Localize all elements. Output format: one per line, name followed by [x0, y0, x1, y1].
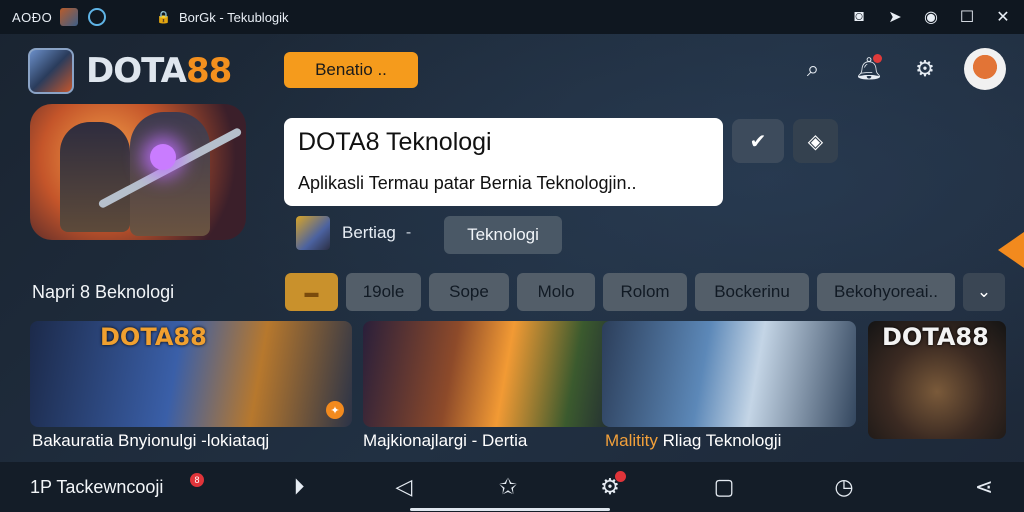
- filter-chip-5[interactable]: Bockerinu: [695, 273, 809, 311]
- app-icon-secondary[interactable]: [88, 8, 106, 26]
- url-title: BorGk - Tekublogik: [178, 9, 289, 25]
- forward-button[interactable]: ◈: [793, 119, 838, 163]
- status-bar: AOÐO 🔒 BorGk - Tekublogik ◙ ➤ ◉ ☐ ✕: [0, 0, 1024, 34]
- card-artwork: [602, 321, 856, 427]
- send-icon[interactable]: ➤: [886, 7, 904, 27]
- filter-chips: ▬ 19ole Sope Molo Rolom Bockerinu Bekohy…: [285, 273, 1005, 311]
- notification-dot: [873, 54, 882, 63]
- star-icon[interactable]: ✩: [494, 473, 522, 501]
- play-icon[interactable]: ⏵: [285, 473, 313, 501]
- title-card: DOTA8 Teknologi Aplikasli Termau patar B…: [284, 118, 723, 206]
- notification-dot: [615, 471, 626, 482]
- check-icon: ✔: [749, 130, 767, 153]
- maximize-icon[interactable]: ☐: [958, 7, 976, 27]
- close-icon[interactable]: ✕: [994, 7, 1012, 27]
- star-badge-icon: ✦: [326, 401, 344, 419]
- folder-icon: ▬: [304, 284, 319, 300]
- eye-icon[interactable]: ◉: [922, 7, 940, 27]
- settings-icon[interactable]: ⚙: [908, 52, 942, 86]
- filter-chip-3[interactable]: Molo: [517, 273, 595, 311]
- share-icon[interactable]: ⋖: [970, 473, 998, 501]
- avatar[interactable]: [964, 48, 1006, 90]
- filter-chip-4[interactable]: Rolom: [603, 273, 687, 311]
- status-time: AOÐO: [12, 9, 53, 25]
- section-label: Napri 8 Beknologi: [32, 282, 175, 302]
- bottom-navigation: 1P Tackewncooji 8 ⏵ ◁ ✩ ⚙ ▢ ◷ ⋖: [0, 462, 1024, 512]
- square-icon[interactable]: ▢: [710, 473, 738, 501]
- filter-chip-1[interactable]: 19ole: [346, 273, 421, 311]
- page-subtitle: Aplikasli Termau patar Bernia Teknologji…: [298, 173, 637, 193]
- card-logo: DOTA88: [882, 323, 989, 351]
- tag-icon[interactable]: ◁: [390, 473, 418, 501]
- filter-chip-2[interactable]: Sope: [429, 273, 509, 311]
- logo-text-part2: 88: [186, 51, 232, 91]
- bottom-nav-badge: 8: [190, 473, 204, 487]
- hero-figure-right: [130, 112, 210, 236]
- app-header: DOTA88 Benatio .. ⌕ 🔔︎ ⚙: [0, 40, 1024, 102]
- meta-row: Bertiag - Teknologi: [296, 216, 562, 254]
- card-title[interactable]: Bakauratia Bnyionulgi -lokiataqj: [32, 431, 269, 451]
- search-icon[interactable]: ⌕: [796, 52, 830, 86]
- checkmark-button[interactable]: ✔: [732, 119, 784, 163]
- bottom-nav-label[interactable]: 1P Tackewncooji: [30, 477, 163, 498]
- logo-text-part1: DOTA: [86, 51, 187, 91]
- game-card[interactable]: [363, 321, 620, 427]
- home-indicator: [410, 508, 610, 511]
- meta-dash: -: [405, 224, 412, 241]
- filter-chip-6[interactable]: Bekohyoreai..: [817, 273, 955, 311]
- notification-bell-icon[interactable]: 🔔︎: [852, 52, 886, 86]
- meta-label: Bertiag: [342, 223, 396, 242]
- gear-icon[interactable]: ⚙: [596, 471, 626, 501]
- diamond-arrow-icon: ◈: [807, 130, 824, 153]
- card-logo: DOTA88: [100, 323, 207, 351]
- lock-icon: 🔒: [156, 10, 171, 24]
- chevron-down-icon: ⌄: [976, 282, 992, 301]
- clock-icon[interactable]: ◷: [830, 473, 858, 501]
- app-icon[interactable]: [60, 8, 78, 26]
- card-title[interactable]: Malitity Rliag Teknologji: [605, 431, 781, 451]
- side-pull-tab[interactable]: [998, 232, 1024, 268]
- game-card[interactable]: DOTA88: [868, 321, 1006, 439]
- game-thumbnail-icon[interactable]: [296, 216, 330, 250]
- logo[interactable]: DOTA88: [86, 51, 232, 91]
- card-artwork: [363, 321, 620, 427]
- card-title-highlight: Malitity: [605, 431, 658, 450]
- category-chip[interactable]: Teknologi: [444, 216, 562, 254]
- filter-chip-folder[interactable]: ▬: [285, 273, 338, 311]
- hero-figure-left: [60, 122, 130, 232]
- expand-chips-button[interactable]: ⌄: [963, 273, 1005, 311]
- card-title[interactable]: Majkionajlargi - Dertia: [363, 431, 527, 451]
- card-title-text: Rliag Teknologji: [657, 431, 782, 450]
- logo-icon[interactable]: [28, 48, 74, 94]
- game-card[interactable]: [602, 321, 856, 427]
- page-title: DOTA8 Teknologi: [298, 128, 492, 156]
- cta-button[interactable]: Benatio ..: [284, 52, 418, 88]
- hero-glow: [150, 144, 176, 170]
- card-row: DOTA88 ✦ DOTA88 Bakauratia Bnyionulgi -l…: [30, 321, 1010, 459]
- hero-artwork[interactable]: [30, 104, 246, 240]
- game-card[interactable]: DOTA88 ✦: [30, 321, 352, 427]
- screenshot-icon[interactable]: ◙: [850, 8, 868, 26]
